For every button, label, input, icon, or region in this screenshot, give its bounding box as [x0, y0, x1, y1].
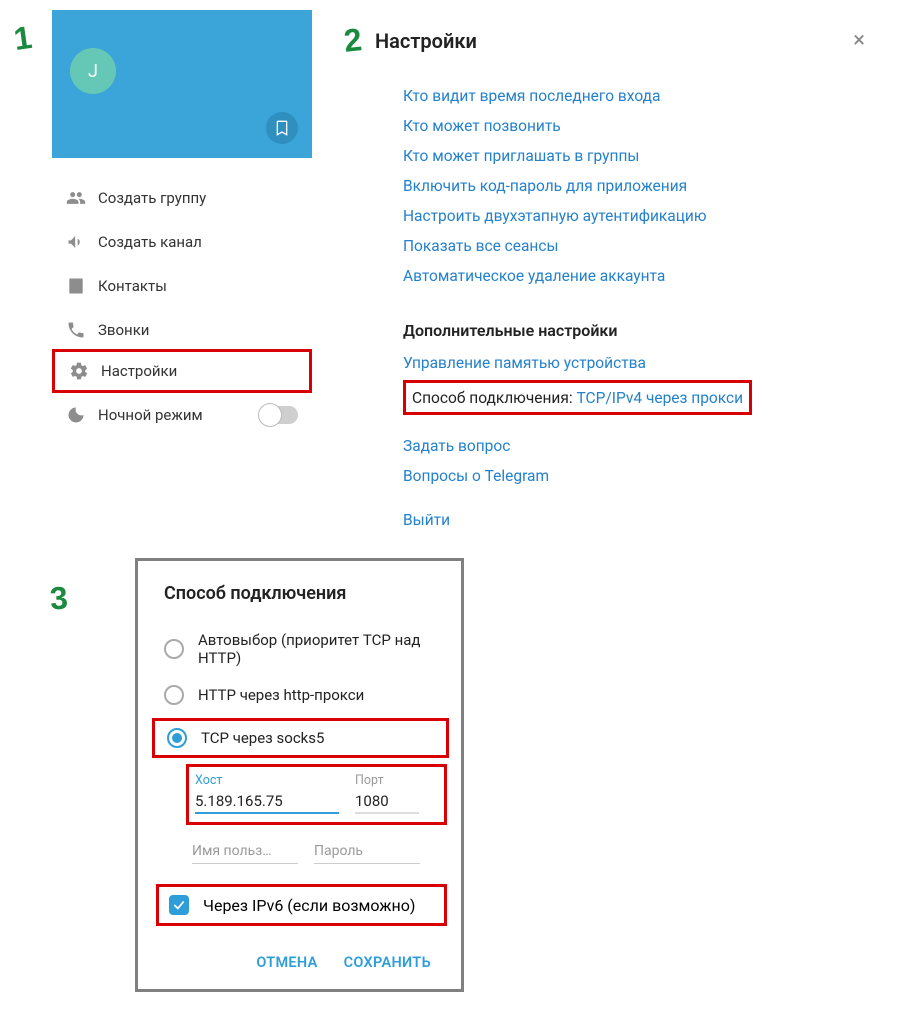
link-telegram-faq[interactable]: Вопросы о Telegram [403, 461, 875, 491]
radio-label: HTTP через http-прокси [198, 686, 364, 704]
radio-socks5[interactable]: TCP через socks5 [152, 718, 449, 758]
night-mode-toggle[interactable] [260, 406, 298, 424]
password-input[interactable]: Пароль [314, 843, 420, 864]
host-field: Хост [195, 773, 339, 814]
step-number-3: 3 [49, 579, 69, 617]
ipv6-label: Через IPv6 (если возможно) [203, 896, 415, 915]
sidebar-item-label: Настройки [101, 362, 177, 380]
checkbox-checked-icon [169, 895, 189, 915]
sidebar-item-contacts[interactable]: Контакты [52, 264, 312, 308]
connection-value[interactable]: TCP/IPv4 через прокси [576, 389, 743, 407]
step-number-1: 1 [12, 19, 35, 58]
dialog-actions: ОТМЕНА СОХРАНИТЬ [138, 932, 461, 971]
radio-http[interactable]: HTTP через http-прокси [138, 676, 461, 714]
sidebar-item-new-channel[interactable]: Создать канал [52, 220, 312, 264]
sidebar-item-label: Ночной режим [98, 406, 203, 424]
section-advanced-title: Дополнительные настройки [403, 321, 875, 340]
save-button[interactable]: СОХРАНИТЬ [344, 954, 431, 971]
step-number-2: 2 [342, 21, 364, 60]
link-auto-delete[interactable]: Автоматическое удаление аккаунта [403, 261, 875, 291]
settings-panel: Настройки × Кто видит время последнего в… [375, 28, 875, 535]
sidebar-list: Создать группу Создать канал Контакты Зв… [52, 158, 312, 437]
close-button[interactable]: × [853, 28, 865, 53]
link-last-seen[interactable]: Кто видит время последнего входа [403, 81, 875, 111]
link-logout[interactable]: Выйти [403, 505, 875, 535]
gear-icon [69, 361, 101, 381]
settings-title: Настройки [375, 29, 853, 53]
host-port-row: Хост Порт [186, 764, 447, 825]
moon-icon [66, 405, 98, 425]
radio-icon-checked [167, 728, 187, 748]
sidebar-item-night-mode[interactable]: Ночной режим [52, 393, 312, 437]
sidebar-item-label: Контакты [98, 277, 167, 295]
username-input[interactable]: Имя польз… [192, 843, 298, 864]
phone-icon [66, 320, 98, 340]
settings-header: Настройки × [375, 28, 875, 63]
link-who-can-invite[interactable]: Кто может приглашать в группы [403, 141, 875, 171]
sidebar: J Создать группу Создать канал Контакты … [52, 10, 312, 437]
ipv6-checkbox-row[interactable]: Через IPv6 (если возможно) [156, 884, 447, 926]
settings-links: Кто видит время последнего входа Кто мож… [375, 63, 875, 535]
port-field: Порт [355, 773, 419, 814]
sidebar-item-label: Создать группу [98, 189, 206, 207]
link-who-can-call[interactable]: Кто может позвонить [403, 111, 875, 141]
avatar[interactable]: J [70, 48, 116, 94]
saved-messages-button[interactable] [266, 112, 298, 144]
host-label: Хост [195, 773, 339, 788]
group-icon [66, 188, 98, 208]
radio-icon [164, 685, 184, 705]
sidebar-item-settings[interactable]: Настройки [52, 349, 312, 393]
port-label: Порт [355, 773, 419, 788]
sidebar-header: J [52, 10, 312, 158]
dialog-title: Способ подключения [164, 583, 461, 604]
radio-icon [164, 639, 184, 659]
bookmark-icon [274, 120, 290, 136]
sidebar-item-label: Создать канал [98, 233, 202, 251]
radio-label: Автовыбор (приоритет TCP над HTTP) [198, 631, 435, 667]
link-enable-passcode[interactable]: Включить код-пароль для приложения [403, 171, 875, 201]
cancel-button[interactable]: ОТМЕНА [256, 954, 317, 971]
credentials-row: Имя польз… Пароль [192, 843, 447, 864]
link-ask-question[interactable]: Задать вопрос [403, 431, 875, 461]
port-input[interactable] [355, 790, 419, 814]
connection-label: Способ подключения: [412, 389, 576, 407]
sidebar-item-new-group[interactable]: Создать группу [52, 176, 312, 220]
sidebar-item-calls[interactable]: Звонки [52, 308, 312, 352]
sidebar-item-label: Звонки [98, 321, 149, 339]
megaphone-icon [66, 232, 98, 252]
radio-label: TCP через socks5 [201, 729, 324, 747]
link-all-sessions[interactable]: Показать все сеансы [403, 231, 875, 261]
radio-auto[interactable]: Автовыбор (приоритет TCP над HTTP) [138, 622, 461, 676]
contact-icon [66, 276, 98, 296]
connection-dialog: Способ подключения Автовыбор (приоритет … [135, 558, 464, 992]
connection-type-row[interactable]: Способ подключения: TCP/IPv4 через прокс… [403, 380, 752, 415]
host-input[interactable] [195, 790, 339, 814]
link-storage[interactable]: Управление памятью устройства [403, 348, 875, 378]
link-two-step[interactable]: Настроить двухэтапную аутентификацию [403, 201, 875, 231]
